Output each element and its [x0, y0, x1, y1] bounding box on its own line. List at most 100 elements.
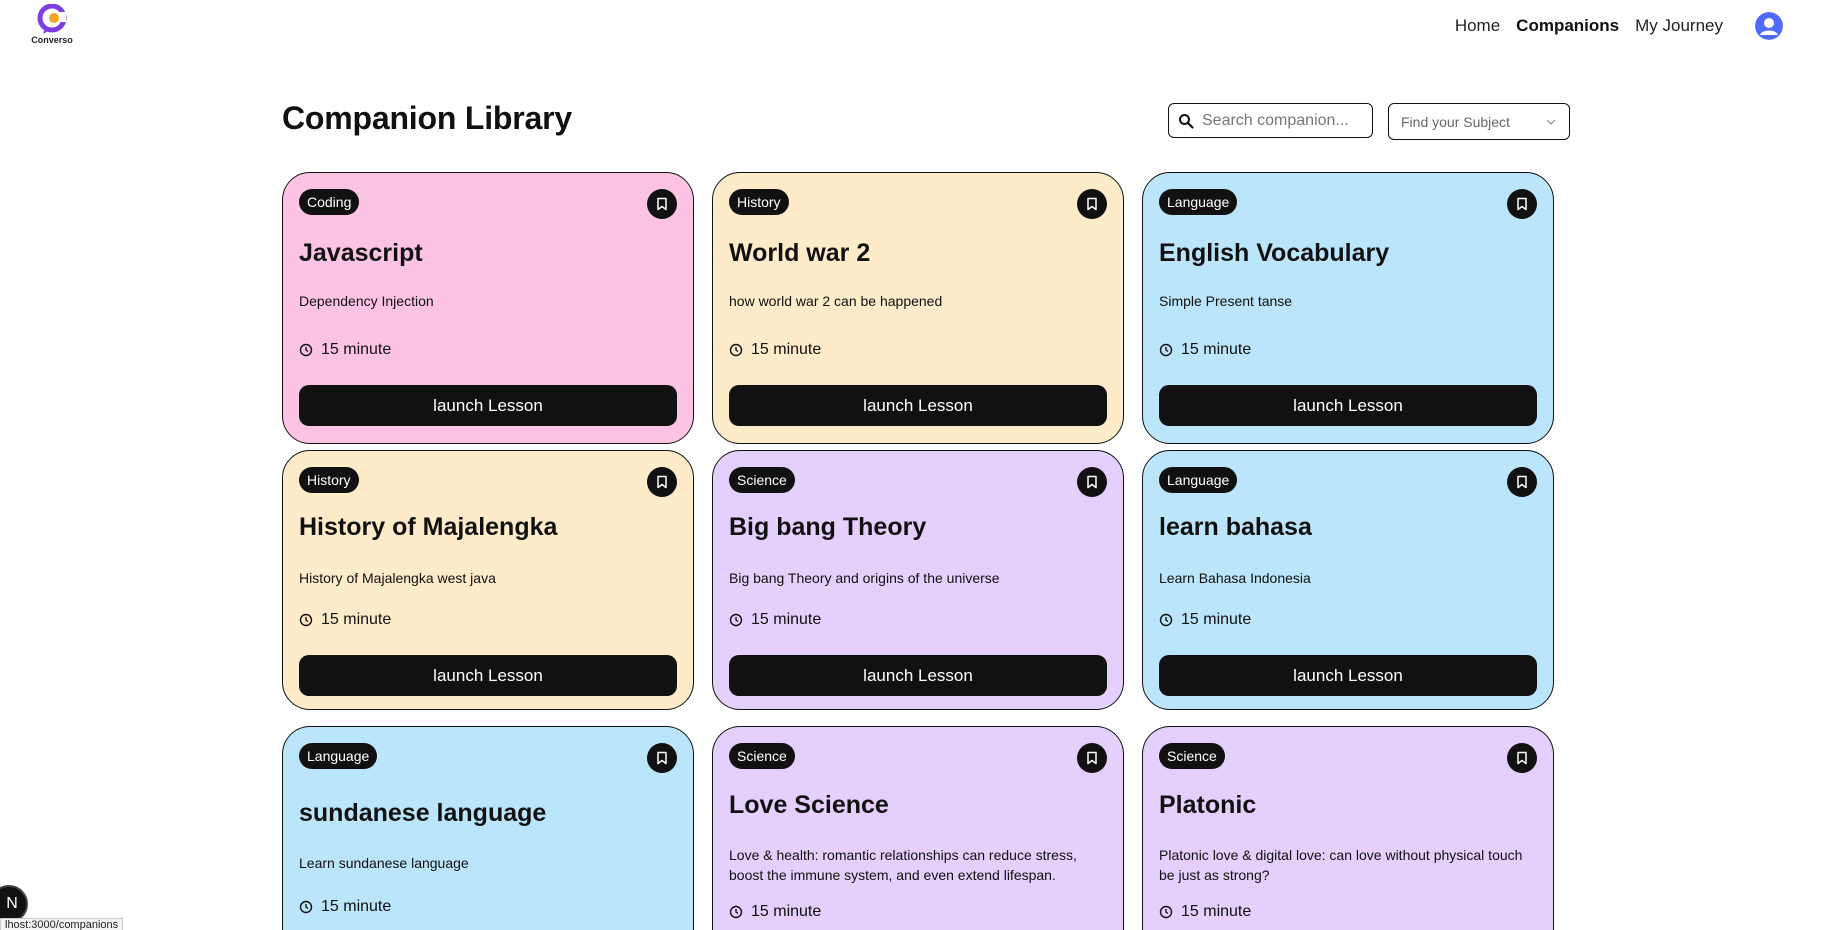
- card-title: English Vocabulary: [1159, 239, 1390, 267]
- duration-label: 15 minute: [321, 611, 392, 628]
- subject-badge: History: [299, 467, 359, 493]
- subject-badge: Language: [1159, 467, 1238, 493]
- duration-label: 15 minute: [751, 903, 822, 920]
- nav-home-link[interactable]: Home: [1455, 13, 1500, 39]
- bookmark-button[interactable]: [1077, 467, 1107, 497]
- clock-icon: [1159, 905, 1173, 919]
- chevron-down-icon: [1546, 119, 1556, 125]
- bookmark-button[interactable]: [647, 467, 677, 497]
- card-title: learn bahasa: [1159, 513, 1312, 541]
- duration-label: 15 minute: [1181, 611, 1252, 628]
- bookmark-button[interactable]: [647, 743, 677, 773]
- search-input[interactable]: [1202, 111, 1367, 130]
- launch-lesson-button[interactable]: launch Lesson: [729, 385, 1107, 426]
- card-description: Dependency Injection: [299, 293, 434, 309]
- subject-select-value: Find your Subject: [1401, 113, 1510, 130]
- companion-card: Language learn bahasa Learn Bahasa Indon…: [1142, 450, 1554, 710]
- converso-logo-icon: [37, 4, 67, 34]
- bookmark-icon: [1517, 475, 1527, 489]
- card-title: Love Science: [729, 791, 889, 819]
- bookmark-icon: [657, 751, 667, 765]
- bookmark-icon: [657, 197, 667, 211]
- card-description: Big bang Theory and origins of the unive…: [729, 570, 1000, 586]
- clock-icon: [299, 613, 313, 627]
- bookmark-icon: [1517, 751, 1527, 765]
- card-description: Love & health: romantic relationships ca…: [729, 847, 1077, 883]
- card-title: History of Majalengka: [299, 513, 558, 541]
- duration-label: 15 minute: [321, 898, 392, 915]
- bookmark-icon: [1517, 197, 1527, 211]
- bookmark-icon: [657, 475, 667, 489]
- clock-icon: [1159, 343, 1173, 357]
- subject-badge: Science: [1159, 743, 1225, 769]
- search-icon: [1179, 113, 1194, 129]
- companion-card: Language English Vocabulary Simple Prese…: [1142, 172, 1554, 444]
- clock-icon: [1159, 613, 1173, 627]
- logo-text: Converso: [31, 35, 73, 45]
- subject-badge: Language: [1159, 189, 1238, 215]
- nav-my-journey-link[interactable]: My Journey: [1635, 13, 1723, 39]
- subject-badge: Language: [299, 743, 378, 769]
- card-duration: 15 minute: [299, 898, 391, 916]
- clock-icon: [299, 900, 313, 914]
- clock-icon: [299, 343, 313, 357]
- card-title: Platonic: [1159, 791, 1257, 819]
- card-description: Learn Bahasa Indonesia: [1159, 570, 1311, 586]
- duration-label: 15 minute: [1181, 341, 1252, 358]
- logo[interactable]: Converso: [30, 4, 74, 48]
- card-duration: 15 minute: [1159, 341, 1251, 359]
- status-bar-url: lhost:3000/companions: [0, 918, 124, 930]
- card-duration: 15 minute: [729, 341, 821, 359]
- subject-badge: Science: [729, 743, 795, 769]
- companion-card: Science Big bang Theory Big bang Theory …: [712, 450, 1124, 710]
- bookmark-button[interactable]: [1507, 189, 1537, 219]
- companion-card: Science Platonic Platonic love & digital…: [1142, 726, 1554, 930]
- companion-card: Coding Javascript Dependency Injection 1…: [282, 172, 694, 444]
- launch-lesson-button[interactable]: launch Lesson: [1159, 655, 1537, 696]
- launch-lesson-button[interactable]: launch Lesson: [729, 655, 1107, 696]
- bookmark-button[interactable]: [647, 189, 677, 219]
- bookmark-icon: [1087, 751, 1097, 765]
- clock-icon: [729, 905, 743, 919]
- card-description: Simple Present tanse: [1159, 293, 1293, 309]
- bookmark-button[interactable]: [1507, 743, 1537, 773]
- bookmark-icon: [1087, 197, 1097, 211]
- card-description: Learn sundanese language: [299, 855, 469, 871]
- companion-card: History History of Majalengka History of…: [282, 450, 694, 710]
- bookmark-icon: [1087, 475, 1097, 489]
- launch-lesson-button[interactable]: launch Lesson: [299, 655, 677, 696]
- nav-companions-link[interactable]: Companions: [1516, 13, 1619, 39]
- companion-card: Language sundanese language Learn sundan…: [282, 726, 694, 930]
- duration-label: 15 minute: [321, 341, 392, 358]
- search-box[interactable]: [1168, 103, 1373, 138]
- launch-lesson-button[interactable]: launch Lesson: [1159, 385, 1537, 426]
- subject-badge: Coding: [299, 189, 360, 215]
- subject-select[interactable]: Find your Subject: [1388, 103, 1570, 140]
- launch-lesson-button[interactable]: launch Lesson: [299, 385, 677, 426]
- duration-label: 15 minute: [751, 611, 822, 628]
- card-description: Platonic love & digital love: can love w…: [1159, 847, 1523, 883]
- companion-card: Science Love Science Love & health: roma…: [712, 726, 1124, 930]
- card-title: Javascript: [299, 239, 423, 267]
- card-title: World war 2: [729, 239, 871, 267]
- bookmark-button[interactable]: [1077, 189, 1107, 219]
- bookmark-button[interactable]: [1507, 467, 1537, 497]
- nav-links: Home Companions My Journey: [1439, 12, 1783, 40]
- duration-label: 15 minute: [751, 341, 822, 358]
- card-duration: 15 minute: [1159, 903, 1251, 921]
- subject-badge: Science: [729, 467, 795, 493]
- card-duration: 15 minute: [299, 611, 391, 629]
- card-title: Big bang Theory: [729, 513, 927, 541]
- card-duration: 15 minute: [299, 341, 391, 359]
- user-avatar-icon[interactable]: [1755, 12, 1783, 40]
- duration-label: 15 minute: [1181, 903, 1252, 920]
- page-title: Companion Library: [282, 100, 572, 136]
- card-duration: 15 minute: [729, 903, 821, 921]
- card-description: how world war 2 can be happened: [729, 293, 943, 309]
- companion-card: History World war 2 how world war 2 can …: [712, 172, 1124, 444]
- bookmark-button[interactable]: [1077, 743, 1107, 773]
- clock-icon: [729, 613, 743, 627]
- navbar: Converso Home Companions My Journey: [0, 0, 1833, 58]
- card-title: sundanese language: [299, 799, 547, 827]
- clock-icon: [729, 343, 743, 357]
